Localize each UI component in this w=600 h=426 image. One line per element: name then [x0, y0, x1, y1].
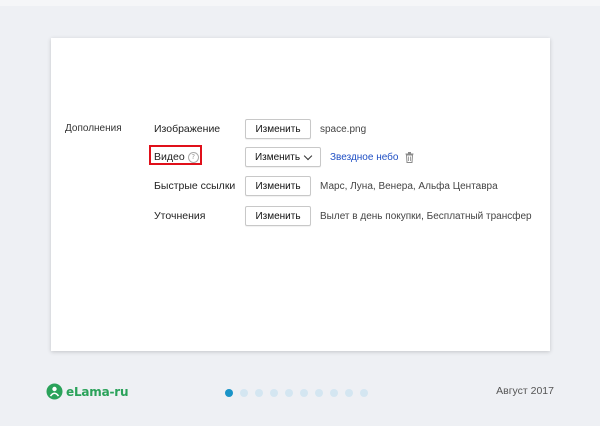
change-image-button[interactable]: Изменить [245, 119, 311, 139]
row-label-text: Изображение [154, 123, 221, 135]
slide-pager [225, 389, 368, 397]
row-label-text: Быстрые ссылки [154, 180, 236, 192]
row-quick-links: Быстрые ссылки Изменить Марс, Луна, Вене… [154, 176, 498, 196]
footer-logo: eLama-ru [46, 383, 129, 400]
row-label-quick-links: Быстрые ссылки [154, 180, 245, 192]
clarifications-value: Вылет в день покупки, Бесплатный трансфе… [320, 210, 532, 222]
elama-logo-icon [46, 383, 63, 400]
top-strip [0, 0, 600, 6]
trash-icon[interactable] [405, 151, 414, 163]
logo-text: eLama-ru [66, 384, 129, 399]
row-label-image: Изображение [154, 123, 245, 135]
pager-dot-7[interactable] [315, 389, 323, 397]
section-title: Дополнения [65, 123, 122, 134]
image-value: space.png [320, 123, 367, 135]
row-label-text: Уточнения [154, 210, 206, 222]
button-label: Изменить [254, 151, 301, 163]
row-label-clarifications: Уточнения [154, 210, 245, 222]
pager-dot-5[interactable] [285, 389, 293, 397]
pager-dot-1[interactable] [225, 389, 233, 397]
row-clarifications: Уточнения Изменить Вылет в день покупки,… [154, 206, 532, 226]
pager-dot-8[interactable] [330, 389, 338, 397]
video-link[interactable]: Звездное небо [330, 152, 398, 163]
pager-dot-9[interactable] [345, 389, 353, 397]
pager-dot-10[interactable] [360, 389, 368, 397]
change-clarifications-button[interactable]: Изменить [245, 206, 311, 226]
pager-dot-2[interactable] [240, 389, 248, 397]
highlight-box [149, 145, 202, 165]
change-quick-links-button[interactable]: Изменить [245, 176, 311, 196]
chevron-down-icon [303, 151, 313, 160]
pager-dot-3[interactable] [255, 389, 263, 397]
pager-dot-6[interactable] [300, 389, 308, 397]
row-image: Изображение Изменить space.png [154, 119, 366, 139]
footer-date: Август 2017 [496, 385, 554, 397]
slide-card: Дополнения Изображение Изменить space.pn… [51, 38, 550, 351]
pager-dot-4[interactable] [270, 389, 278, 397]
quick-links-value: Марс, Луна, Венера, Альфа Центавра [320, 180, 498, 192]
change-video-dropdown-button[interactable]: Изменить [245, 147, 321, 167]
